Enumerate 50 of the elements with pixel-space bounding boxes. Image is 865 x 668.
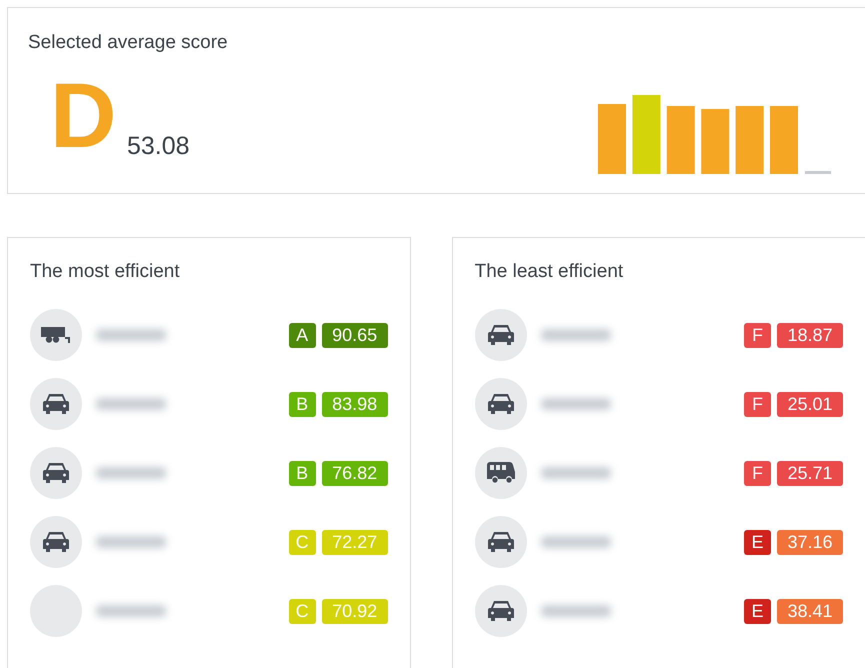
blurred-label (540, 398, 611, 410)
car-icon (488, 531, 514, 553)
grade-badge: F (744, 392, 771, 416)
grade-badge: E (744, 530, 771, 554)
blurred-label (96, 536, 166, 548)
car-icon (43, 462, 69, 484)
blurred-label (540, 467, 611, 479)
histogram-bar (770, 106, 798, 174)
trailer-icon (41, 327, 71, 343)
blurred-label (540, 536, 611, 548)
score-badge: 83.98 (322, 392, 388, 416)
score-badge: 90.65 (322, 322, 388, 348)
blurred-label (540, 605, 611, 617)
card-title: The least efficient (474, 260, 624, 284)
grade-badge: C (288, 530, 316, 554)
score-badge: 70.92 (322, 598, 388, 624)
car-icon (43, 531, 69, 553)
grade-letter: D (50, 70, 116, 162)
grade-badge: A (288, 322, 316, 348)
score-badge: 18.87 (777, 322, 843, 348)
grade-badge: E (744, 598, 771, 624)
score-badge: 25.71 (777, 460, 843, 486)
card-title: Selected average score (28, 31, 228, 55)
score-badge: 38.41 (777, 598, 843, 624)
histogram-bar (736, 106, 764, 174)
grade-badge: B (288, 392, 316, 416)
blurred-label (96, 398, 166, 410)
car-icon (488, 600, 514, 622)
blurred-label (540, 329, 611, 341)
score-badge: 72.27 (322, 530, 388, 554)
average-score: 53.08 (127, 131, 190, 162)
grade-badge: F (744, 460, 771, 486)
score-badge: 25.01 (777, 392, 843, 416)
grade-badge: B (288, 460, 316, 486)
car-icon (488, 393, 514, 415)
score-badge: 76.82 (322, 460, 388, 486)
bus-icon (486, 462, 515, 484)
car-icon (488, 324, 514, 346)
grade-badge: F (744, 322, 771, 348)
blurred-label (96, 467, 166, 479)
score-badge: 37.16 (777, 530, 843, 554)
blurred-label (96, 329, 166, 341)
blurred-label (96, 605, 166, 617)
histogram-bar (805, 171, 831, 174)
card-title: The most efficient (30, 260, 181, 284)
histogram-bar (598, 104, 626, 174)
car-icon (43, 393, 69, 415)
grade-badge: C (288, 598, 316, 624)
histogram-bar (666, 106, 695, 174)
histogram-bar (701, 109, 730, 174)
